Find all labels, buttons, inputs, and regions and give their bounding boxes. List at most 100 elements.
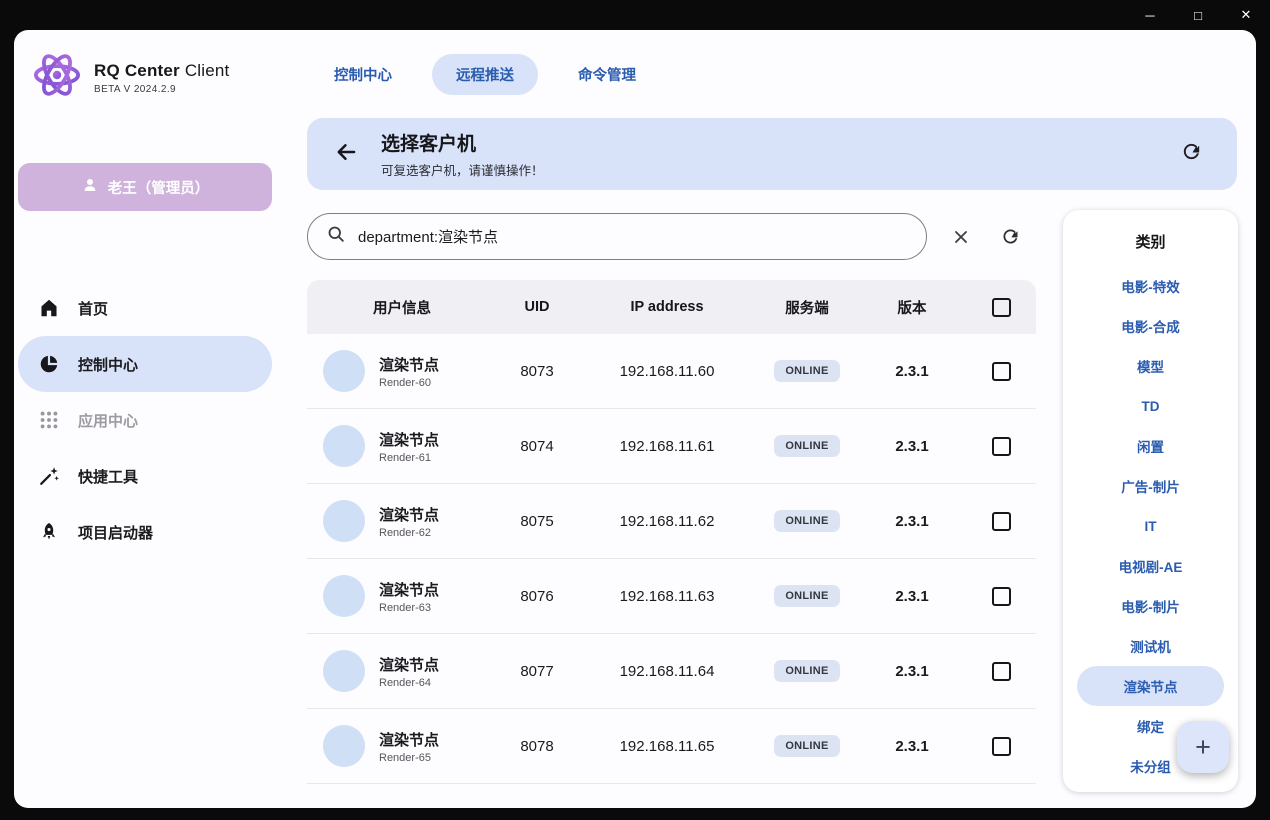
table-row: 渲染节点 Render-62 8075 192.168.11.62 ONLINE… xyxy=(307,484,1036,559)
sidebar-item-label: 应用中心 xyxy=(78,410,138,431)
row-checkbox[interactable] xyxy=(992,437,1011,456)
status-badge: ONLINE xyxy=(774,510,839,532)
uid-value: 8078 xyxy=(497,738,577,755)
sidebar-item-quick-tools[interactable]: 快捷工具 xyxy=(18,448,272,504)
avatar xyxy=(323,350,365,392)
ip-value: 192.168.11.62 xyxy=(577,513,757,530)
ip-value: 192.168.11.60 xyxy=(577,363,757,380)
avatar xyxy=(323,425,365,467)
row-checkbox[interactable] xyxy=(992,512,1011,531)
app-title-light: Client xyxy=(185,61,230,80)
status-badge: ONLINE xyxy=(774,585,839,607)
search-input[interactable] xyxy=(358,228,908,245)
table-row: 渲染节点 Render-65 8078 192.168.11.65 ONLINE… xyxy=(307,709,1036,784)
sidebar-item-control-center[interactable]: 控制中心 xyxy=(18,336,272,392)
table-row: 渲染节点 Render-64 8077 192.168.11.64 ONLINE… xyxy=(307,634,1036,709)
uid-value: 8075 xyxy=(497,513,577,530)
category-item[interactable]: 闲置 xyxy=(1077,426,1224,466)
user-cell: 渲染节点 Render-61 xyxy=(307,425,497,467)
version-value: 2.3.1 xyxy=(857,663,967,680)
table-header-row: 用户信息 UID IP address 服务端 版本 xyxy=(307,280,1036,334)
refresh-icon[interactable] xyxy=(1180,140,1203,168)
checkbox-cell xyxy=(967,512,1036,531)
client-name: 渲染节点 xyxy=(379,504,439,525)
maximize-icon[interactable]: □ xyxy=(1174,0,1222,30)
status-badge: ONLINE xyxy=(774,435,839,457)
tab-control-center[interactable]: 控制中心 xyxy=(310,54,416,95)
page-title-block: 选择客户机 可复选客户机，请谨慎操作！ xyxy=(381,129,544,179)
user-text-block: 渲染节点 Render-64 xyxy=(379,654,439,689)
client-table: 用户信息 UID IP address 服务端 版本 渲染节点 Render-6… xyxy=(307,280,1036,793)
category-item[interactable]: 模型 xyxy=(1077,346,1224,386)
ip-value: 192.168.11.65 xyxy=(577,738,757,755)
sidebar-item-project-launcher[interactable]: 项目启动器 xyxy=(18,504,272,560)
app-window: ─ □ ✕ RQ Center Clie xyxy=(0,0,1270,820)
magic-wand-icon xyxy=(38,465,60,487)
sidebar-item-label: 项目启动器 xyxy=(78,522,153,543)
category-item[interactable]: 广告-制片 xyxy=(1077,466,1224,506)
status-badge: ONLINE xyxy=(774,735,839,757)
search-refresh-icon[interactable] xyxy=(990,217,1030,257)
row-checkbox[interactable] xyxy=(992,587,1011,606)
row-checkbox[interactable] xyxy=(992,362,1011,381)
tab-remote-push[interactable]: 远程推送 xyxy=(432,54,538,95)
category-item[interactable]: 电影-特效 xyxy=(1077,266,1224,306)
clear-search-icon[interactable] xyxy=(941,217,981,257)
user-name: 老王（管理员） xyxy=(108,177,210,198)
col-user-header: 用户信息 xyxy=(307,297,497,318)
col-uid-header: UID xyxy=(497,299,577,315)
status-badge: ONLINE xyxy=(774,360,839,382)
client-name: 渲染节点 xyxy=(379,729,439,750)
search-box[interactable] xyxy=(307,213,927,260)
user-badge[interactable]: 老王（管理员） xyxy=(18,163,272,211)
table-row: 渲染节点 Render-60 8073 192.168.11.60 ONLINE… xyxy=(307,334,1036,409)
status-cell: ONLINE xyxy=(757,585,857,607)
client-device: Render-63 xyxy=(379,602,439,614)
main-panel: RQ Center Client BETA V 2024.2.9 老王（管理员）… xyxy=(14,30,1256,808)
status-cell: ONLINE xyxy=(757,735,857,757)
close-icon[interactable]: ✕ xyxy=(1222,0,1270,30)
version-value: 2.3.1 xyxy=(857,513,967,530)
select-all-checkbox[interactable] xyxy=(992,298,1011,317)
user-cell: 渲染节点 Render-64 xyxy=(307,650,497,692)
app-title-bold: RQ Center xyxy=(94,61,180,80)
row-checkbox[interactable] xyxy=(992,662,1011,681)
sidebar-item-app-center[interactable]: 应用中心 xyxy=(18,392,272,448)
checkbox-cell xyxy=(967,737,1036,756)
minimize-icon[interactable]: ─ xyxy=(1126,0,1174,30)
avatar xyxy=(323,575,365,617)
ip-value: 192.168.11.64 xyxy=(577,663,757,680)
sidebar-item-label: 控制中心 xyxy=(78,354,138,375)
rocket-icon xyxy=(38,521,60,543)
category-item[interactable]: 电影-制片 xyxy=(1077,586,1224,626)
client-name: 渲染节点 xyxy=(379,654,439,675)
row-checkbox[interactable] xyxy=(992,737,1011,756)
category-item[interactable]: 渲染节点 xyxy=(1077,666,1224,706)
category-item[interactable]: 测试机 xyxy=(1077,626,1224,666)
top-tabs: 控制中心 远程推送 命令管理 xyxy=(310,54,660,94)
app-title-block: RQ Center Client BETA V 2024.2.9 xyxy=(94,61,229,95)
status-cell: ONLINE xyxy=(757,510,857,532)
page-title: 选择客户机 xyxy=(381,129,544,156)
category-item[interactable]: 电视剧-AE xyxy=(1077,546,1224,586)
category-item[interactable]: 电影-合成 xyxy=(1077,306,1224,346)
user-text-block: 渲染节点 Render-60 xyxy=(379,354,439,389)
user-cell: 渲染节点 Render-65 xyxy=(307,725,497,767)
category-item[interactable]: IT xyxy=(1077,506,1224,546)
person-icon xyxy=(81,176,99,198)
sidebar-item-home[interactable]: 首页 xyxy=(18,280,272,336)
client-device: Render-62 xyxy=(379,527,439,539)
version-value: 2.3.1 xyxy=(857,588,967,605)
user-cell: 渲染节点 Render-60 xyxy=(307,350,497,392)
back-button[interactable] xyxy=(333,139,359,170)
pie-chart-icon xyxy=(38,353,60,375)
tab-command-manage[interactable]: 命令管理 xyxy=(554,54,660,95)
client-device: Render-60 xyxy=(379,377,439,389)
status-cell: ONLINE xyxy=(757,360,857,382)
category-item[interactable]: TD xyxy=(1077,386,1224,426)
atom-logo-icon xyxy=(30,48,84,107)
add-button[interactable]: + xyxy=(1177,721,1229,773)
version-value: 2.3.1 xyxy=(857,738,967,755)
checkbox-cell xyxy=(967,437,1036,456)
app-version: BETA V 2024.2.9 xyxy=(94,84,229,95)
